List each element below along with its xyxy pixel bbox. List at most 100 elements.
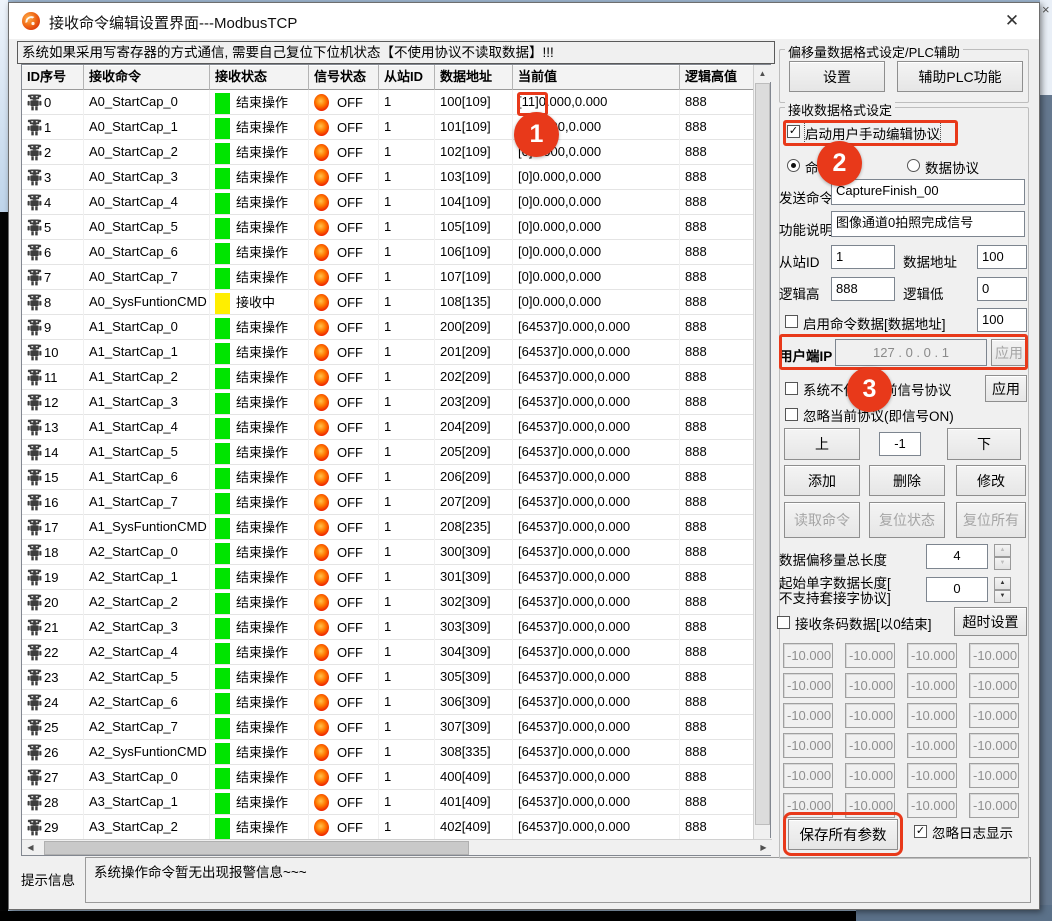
apply-button[interactable]: 应用: [985, 375, 1027, 402]
offset-value-input[interactable]: -10.000: [783, 703, 833, 728]
enable-cmd-data-checkbox[interactable]: [785, 315, 798, 328]
timeout-button[interactable]: 超时设置: [954, 607, 1027, 636]
enable-cmd-data-label[interactable]: 启用命令数据[数据地址]: [803, 313, 946, 333]
slave-id-input[interactable]: 1: [831, 245, 895, 269]
offset-value-input[interactable]: -10.000: [907, 673, 957, 698]
start-word-input[interactable]: 0: [926, 577, 988, 602]
table-row[interactable]: 5A0_StartCap_5结束操作OFF1105[109][0]0.000,0…: [22, 215, 754, 240]
column-header-3[interactable]: 信号状态: [309, 65, 379, 90]
offset-value-input[interactable]: -10.000: [969, 793, 1019, 818]
logic-low-input[interactable]: 0: [977, 277, 1027, 301]
data-addr-input[interactable]: 100: [977, 245, 1027, 269]
barcode-label[interactable]: 接收条码数据[以0结束]: [795, 613, 932, 633]
barcode-checkbox[interactable]: [777, 616, 790, 629]
start-word-spinner[interactable]: ▲▼: [994, 577, 1011, 602]
table-row[interactable]: 10A1_StartCap_1结束操作OFF1201[209][64537]0.…: [22, 340, 754, 365]
table-row[interactable]: 20A2_StartCap_2结束操作OFF1302[309][64537]0.…: [22, 590, 754, 615]
table-row[interactable]: 12A1_StartCap_3结束操作OFF1203[209][64537]0.…: [22, 390, 754, 415]
reset-state-button[interactable]: 复位状态: [869, 502, 945, 538]
offset-value-input[interactable]: -10.000: [783, 763, 833, 788]
offset-value-input[interactable]: -10.000: [907, 763, 957, 788]
step-input[interactable]: -1: [879, 432, 921, 456]
table-row[interactable]: 6A0_StartCap_6结束操作OFF1106[109][0]0.000,0…: [22, 240, 754, 265]
delete-button[interactable]: 删除: [869, 465, 945, 496]
data-protocol-label[interactable]: 数据协议: [925, 157, 979, 177]
send-cmd-input[interactable]: CaptureFinish_00: [831, 179, 1025, 205]
logic-high-input[interactable]: 888: [831, 277, 895, 301]
reset-all-button[interactable]: 复位所有: [956, 502, 1026, 538]
offset-value-input[interactable]: -10.000: [783, 643, 833, 668]
offset-value-input[interactable]: -10.000: [969, 763, 1019, 788]
scroll-up-icon[interactable]: ▲: [754, 65, 771, 82]
column-header-0[interactable]: ID序号: [22, 65, 84, 90]
offset-value-input[interactable]: -10.000: [969, 643, 1019, 668]
table-row[interactable]: 19A2_StartCap_1结束操作OFF1301[309][64537]0.…: [22, 565, 754, 590]
plc-assist-button[interactable]: 辅助PLC功能: [897, 61, 1023, 92]
table-row[interactable]: 11A1_StartCap_2结束操作OFF1202[209][64537]0.…: [22, 365, 754, 390]
column-header-4[interactable]: 从站ID: [379, 65, 435, 90]
scroll-left-icon[interactable]: ◀: [22, 840, 39, 856]
table-row[interactable]: 22A2_StartCap_4结束操作OFF1304[309][64537]0.…: [22, 640, 754, 665]
table-row[interactable]: 8A0_SysFuntionCMD接收中OFF1108[135][0]0.000…: [22, 290, 754, 315]
offset-value-input[interactable]: -10.000: [845, 793, 895, 818]
table-row[interactable]: 18A2_StartCap_0结束操作OFF1300[309][64537]0.…: [22, 540, 754, 565]
column-header-2[interactable]: 接收状态: [210, 65, 309, 90]
offset-value-input[interactable]: -10.000: [907, 703, 957, 728]
table-row[interactable]: 0A0_StartCap_0结束操作OFF1100[109][11]0.000,…: [22, 90, 754, 115]
save-all-button[interactable]: 保存所有参数: [788, 819, 898, 850]
table-row[interactable]: 7A0_StartCap_7结束操作OFF1107[109][0]0.000,0…: [22, 265, 754, 290]
table-row[interactable]: 21A2_StartCap_3结束操作OFF1303[309][64537]0.…: [22, 615, 754, 640]
table-row[interactable]: 1A0_StartCap_1结束操作OFF1101[109][0]0.000,0…: [22, 115, 754, 140]
table-row[interactable]: 2A0_StartCap_2结束操作OFF1102[109][0]0.000,0…: [22, 140, 754, 165]
offset-value-input[interactable]: -10.000: [907, 793, 957, 818]
move-down-button[interactable]: 下: [947, 428, 1021, 460]
ip-apply-button[interactable]: 应用: [991, 339, 1027, 366]
close-button[interactable]: ✕: [999, 9, 1025, 33]
table-row[interactable]: 13A1_StartCap_4结束操作OFF1204[209][64537]0.…: [22, 415, 754, 440]
offset-value-input[interactable]: -10.000: [907, 733, 957, 758]
horizontal-scroll-thumb[interactable]: [44, 841, 469, 855]
horizontal-scrollbar[interactable]: ◀ ▶: [22, 839, 772, 855]
table-row[interactable]: 29A3_StartCap_2结束操作OFF1402[409][64537]0.…: [22, 815, 754, 840]
add-button[interactable]: 添加: [784, 465, 860, 496]
settings-button[interactable]: 设置: [789, 61, 885, 92]
column-header-7[interactable]: 逻辑高值: [680, 65, 754, 90]
offset-value-input[interactable]: -10.000: [969, 703, 1019, 728]
table-row[interactable]: 14A1_StartCap_5结束操作OFF1205[209][64537]0.…: [22, 440, 754, 465]
table-row[interactable]: 28A3_StartCap_1结束操作OFF1401[409][64537]0.…: [22, 790, 754, 815]
table-row[interactable]: 25A2_StartCap_7结束操作OFF1307[309][64537]0.…: [22, 715, 754, 740]
column-header-1[interactable]: 接收命令: [84, 65, 210, 90]
table-row[interactable]: 24A2_StartCap_6结束操作OFF1306[309][64537]0.…: [22, 690, 754, 715]
read-cmd-button[interactable]: 读取命令: [784, 502, 860, 538]
ignore-log-checkbox[interactable]: ✓: [914, 825, 927, 838]
vertical-scrollbar[interactable]: ▲ ▼: [753, 65, 770, 855]
offset-value-input[interactable]: -10.000: [783, 793, 833, 818]
ignore-log-label[interactable]: 忽略日志显示: [932, 822, 1013, 842]
offset-value-input[interactable]: -10.000: [969, 673, 1019, 698]
data-protocol-radio[interactable]: [907, 159, 920, 172]
offset-total-spinner[interactable]: ▲▼: [994, 544, 1011, 569]
enable-cmd-data-input[interactable]: 100: [977, 308, 1027, 332]
offset-value-input[interactable]: -10.000: [845, 763, 895, 788]
offset-value-input[interactable]: -10.000: [845, 643, 895, 668]
offset-value-input[interactable]: -10.000: [845, 673, 895, 698]
column-header-5[interactable]: 数据地址: [435, 65, 513, 90]
offset-value-input[interactable]: -10.000: [783, 733, 833, 758]
func-desc-input[interactable]: 图像通道0拍照完成信号: [831, 211, 1025, 237]
table-row[interactable]: 9A1_StartCap_0结束操作OFF1200[209][64537]0.0…: [22, 315, 754, 340]
scroll-right-icon[interactable]: ▶: [755, 840, 772, 856]
move-up-button[interactable]: 上: [784, 428, 860, 460]
table-row[interactable]: 4A0_StartCap_4结束操作OFF1104[109][0]0.000,0…: [22, 190, 754, 215]
offset-value-input[interactable]: -10.000: [907, 643, 957, 668]
cmd-protocol-radio[interactable]: [787, 159, 800, 172]
table-row[interactable]: 16A1_StartCap_7结束操作OFF1207[209][64537]0.…: [22, 490, 754, 515]
table-row[interactable]: 23A2_StartCap_5结束操作OFF1305[309][64537]0.…: [22, 665, 754, 690]
offset-value-input[interactable]: -10.000: [783, 673, 833, 698]
table-row[interactable]: 3A0_StartCap_3结束操作OFF1103[109][0]0.000,0…: [22, 165, 754, 190]
offset-value-input[interactable]: -10.000: [845, 703, 895, 728]
table-row[interactable]: 26A2_SysFuntionCMD结束操作OFF1308[335][64537…: [22, 740, 754, 765]
offset-value-input[interactable]: -10.000: [845, 733, 895, 758]
manual-protocol-checkbox[interactable]: ✓: [787, 125, 800, 138]
table-row[interactable]: 17A1_SysFuntionCMD结束操作OFF1208[235][64537…: [22, 515, 754, 540]
offset-total-input[interactable]: 4: [926, 544, 988, 569]
